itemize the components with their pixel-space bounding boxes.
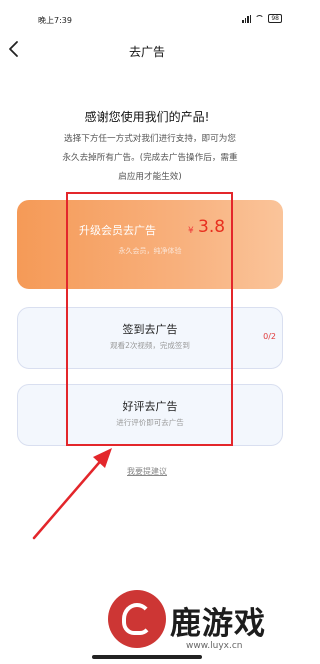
status-bar: 晚上7:39 98 [0, 0, 294, 26]
nav-bar: 去广告 [0, 30, 294, 70]
vip-price: 3.8 [198, 217, 226, 237]
description-line: 永久去掉所有广告。(完成去广告操作后，需重 [62, 153, 238, 163]
vip-title: 升级会员去广告 [79, 224, 156, 237]
support-description: 选择下方任一方式对我们进行支持，即可为您 永久去掉所有广告。(完成去广告操作后，… [50, 130, 250, 187]
sign-in-progress: 0/2 [263, 332, 276, 341]
thanks-heading: 感谢您使用我们的产品! [84, 110, 210, 124]
sign-in-button[interactable]: 签到去广告 观看2次视频，完成签到 0/2 [17, 307, 283, 369]
vip-subtitle: 永久会员，纯净体验 [118, 247, 182, 255]
sign-in-subtitle: 观看2次视频，完成签到 [110, 341, 190, 350]
status-icons: 98 [242, 14, 282, 23]
review-button[interactable]: 好评去广告 进行评价即可去广告 [17, 384, 283, 446]
description-line: 启应用才能生效) [118, 172, 182, 182]
page-title: 去广告 [128, 45, 165, 59]
wifi-icon [255, 15, 265, 22]
signal-icon [242, 14, 252, 23]
description-line: 选择下方任一方式对我们进行支持，即可为您 [64, 134, 236, 144]
watermark-logo-mark [122, 603, 152, 635]
sign-in-title: 签到去广告 [122, 323, 178, 336]
status-time: 晚上7:39 [38, 16, 72, 25]
suggestion-link[interactable]: 我要提建议 [0, 466, 294, 477]
review-title: 好评去广告 [122, 400, 178, 413]
battery-icon: 98 [268, 14, 282, 23]
home-indicator [92, 655, 202, 659]
upgrade-vip-button[interactable]: 升级会员去广告 ¥ 3.8 永久会员，纯净体验 [17, 200, 283, 289]
watermark-url: www.luyx.cn [186, 641, 243, 651]
review-subtitle: 进行评价即可去广告 [116, 418, 184, 427]
watermark-brand: 鹿游戏 [170, 606, 266, 642]
vip-currency: ¥ [188, 226, 194, 236]
